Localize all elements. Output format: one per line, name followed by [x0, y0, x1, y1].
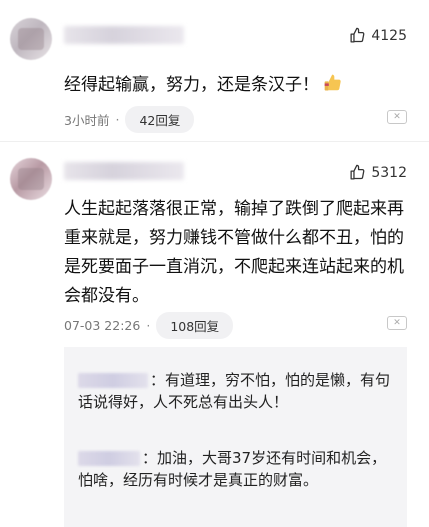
reply-item[interactable]: ：有道理，穷不怕，怕的是懒，有句话说得好，人不死总有出头人！ [78, 369, 393, 413]
replies-button[interactable]: 108回复 [156, 312, 234, 339]
comment-text: 经得起输赢，努力，还是条汉子！ [64, 71, 407, 100]
separator-dot: · [115, 112, 120, 127]
reply-username-blurred[interactable] [78, 373, 148, 388]
report-button[interactable]: ✕ [387, 316, 407, 330]
like-count: 5312 [371, 164, 407, 181]
replies-button[interactable]: 42回复 [125, 106, 195, 133]
like-button[interactable]: 4125 [349, 27, 407, 44]
comment-time: 07-03 22:26 [64, 318, 141, 333]
reply-username-blurred[interactable] [78, 451, 140, 466]
report-button[interactable]: ✕ [387, 110, 407, 124]
close-icon: ✕ [393, 111, 401, 122]
comment-meta: 07-03 22:26 · 108回复 [64, 312, 234, 339]
comment-text: 人生起起落落很正常，输掉了跌倒了爬起来再重来就是，努力赚钱不管做什么都不丑，怕的… [64, 199, 404, 306]
username-blurred[interactable] [64, 26, 184, 44]
username-blurred[interactable] [64, 162, 184, 180]
comment-meta: 3小时前 · 42回复 [64, 106, 195, 133]
close-icon: ✕ [393, 317, 401, 328]
thumbs-up-icon [350, 164, 365, 180]
divider [0, 141, 429, 142]
replies-preview[interactable]: ：有道理，穷不怕，怕的是懒，有句话说得好，人不死总有出头人！ ：加油，大哥37岁… [64, 347, 407, 527]
like-count: 4125 [371, 27, 407, 44]
reply-item[interactable]: ：加油，大哥37岁还有时间和机会，怕啥，经历有时候才是真正的财富。 [78, 447, 393, 491]
thumbs-up-icon [350, 27, 365, 43]
like-button[interactable]: 5312 [349, 164, 407, 181]
separator-dot: · [146, 318, 151, 333]
comment-time: 3小时前 [64, 113, 110, 128]
avatar[interactable] [10, 18, 52, 60]
thumbs-up-emoji-icon [324, 74, 341, 91]
avatar[interactable] [10, 158, 52, 200]
